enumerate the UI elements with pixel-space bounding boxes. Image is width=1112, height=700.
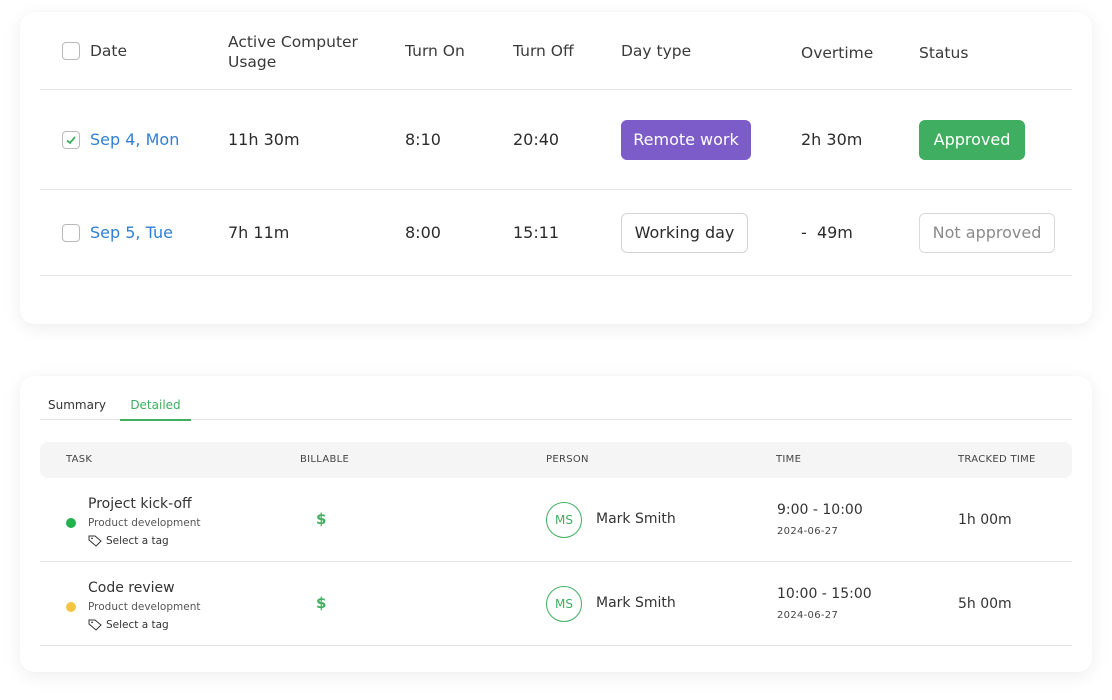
header-time[interactable]: TIME xyxy=(776,442,801,478)
billable-icon[interactable]: $ xyxy=(316,594,326,612)
usage-value: 11h 30m xyxy=(228,129,300,149)
attendance-card: Date Active Computer Usage Turn On Turn … xyxy=(20,12,1092,324)
attendance-header-row: Date Active Computer Usage Turn On Turn … xyxy=(40,12,1072,90)
tasks-card: Summary Detailed TASK BILLABLE PERSON TI… xyxy=(20,376,1092,672)
report-tabs: Summary Detailed xyxy=(40,390,1072,421)
turn-off-value: 20:40 xyxy=(513,130,560,149)
header-turn-off[interactable]: Turn Off xyxy=(513,12,574,89)
attendance-row[interactable]: Sep 5, Tue 7h 11m 8:00 15:11 Working day… xyxy=(40,190,1072,276)
billable-icon[interactable]: $ xyxy=(316,510,326,528)
time-range: 10:00 - 15:00 xyxy=(777,586,872,602)
tag-label: Select a tag xyxy=(106,619,169,631)
tasks-table-header: TASK BILLABLE PERSON TIME TRACKED TIME xyxy=(40,442,1072,478)
header-day-type[interactable]: Day type xyxy=(621,12,691,89)
header-person[interactable]: PERSON xyxy=(546,442,589,478)
task-project: Product development xyxy=(88,601,201,613)
tab-detailed[interactable]: Detailed xyxy=(120,390,191,421)
row-checkbox[interactable] xyxy=(62,130,80,149)
date-link[interactable]: Sep 4, Mon xyxy=(90,130,179,149)
turn-on-value: 8:10 xyxy=(405,130,441,149)
select-tag-button[interactable]: Select a tag xyxy=(88,619,169,631)
row-checkbox[interactable] xyxy=(62,223,80,242)
person-name: Mark Smith xyxy=(596,511,676,527)
avatar: MS xyxy=(546,586,582,622)
header-tracked-time[interactable]: TRACKED TIME xyxy=(958,442,1036,478)
tag-label: Select a tag xyxy=(106,535,169,547)
tag-icon xyxy=(88,619,102,631)
header-billable[interactable]: BILLABLE xyxy=(300,442,349,478)
task-project: Product development xyxy=(88,517,201,529)
table-row[interactable]: Code review Product development Select a… xyxy=(40,562,1072,646)
date-link[interactable]: Sep 5, Tue xyxy=(90,223,173,242)
header-task[interactable]: TASK xyxy=(66,442,92,478)
person-name: Mark Smith xyxy=(596,595,676,611)
select-all-checkbox[interactable] xyxy=(62,41,80,60)
status-badge[interactable]: Approved xyxy=(919,119,1025,160)
attendance-row[interactable]: Sep 4, Mon 11h 30m 8:10 20:40 Remote wor… xyxy=(40,90,1072,190)
turn-on-value: 8:00 xyxy=(405,223,441,242)
tag-icon xyxy=(88,535,102,547)
status-badge[interactable]: Not approved xyxy=(919,212,1055,253)
day-type-badge[interactable]: Working day xyxy=(621,212,748,253)
usage-value: 7h 11m xyxy=(228,222,290,242)
time-date: 2024-06-27 xyxy=(777,610,839,621)
task-name[interactable]: Code review xyxy=(88,580,175,596)
day-type-badge[interactable]: Remote work xyxy=(621,119,751,160)
tracked-time: 1h 00m xyxy=(958,512,1012,528)
tab-summary[interactable]: Summary xyxy=(48,390,106,420)
time-date: 2024-06-27 xyxy=(777,526,839,537)
status-dot xyxy=(66,518,76,528)
overtime-value: - 49m xyxy=(801,223,853,242)
header-overtime[interactable]: Overtime xyxy=(801,12,873,89)
header-usage[interactable]: Active Computer Usage xyxy=(228,12,378,89)
avatar: MS xyxy=(546,502,582,538)
header-status[interactable]: Status xyxy=(919,12,968,89)
header-turn-on[interactable]: Turn On xyxy=(405,12,465,89)
select-tag-button[interactable]: Select a tag xyxy=(88,535,169,547)
header-date[interactable]: Date xyxy=(90,12,127,89)
turn-off-value: 15:11 xyxy=(513,223,560,242)
time-range: 9:00 - 10:00 xyxy=(777,502,863,518)
table-row[interactable]: Project kick-off Product development Sel… xyxy=(40,478,1072,562)
status-dot xyxy=(66,602,76,612)
task-name[interactable]: Project kick-off xyxy=(88,496,192,512)
tracked-time: 5h 00m xyxy=(958,596,1012,612)
overtime-value: 2h 30m xyxy=(801,130,863,149)
